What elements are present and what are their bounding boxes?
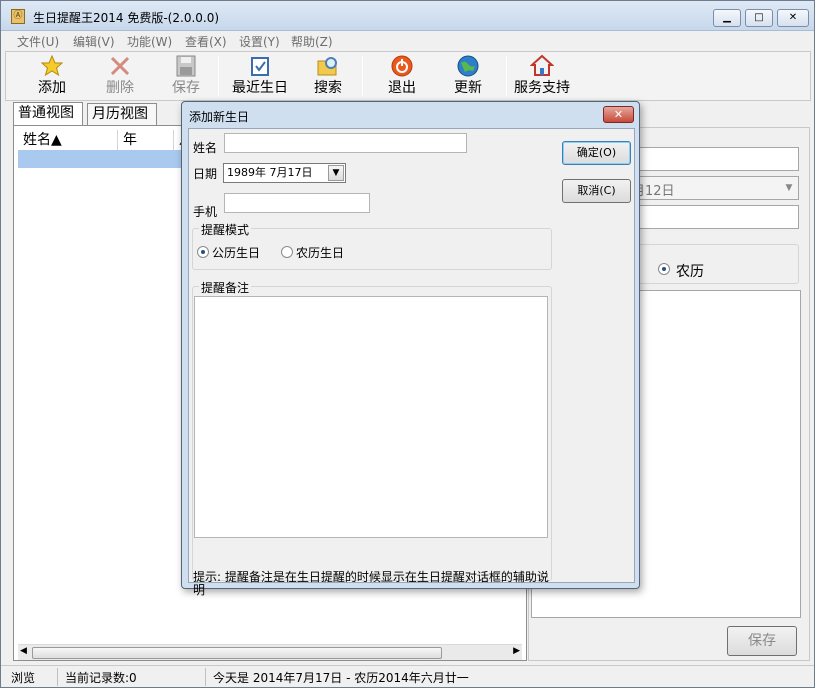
power-icon (391, 55, 413, 77)
date-label: 日期 (193, 167, 218, 181)
toolbar-separator (506, 56, 507, 96)
add-button[interactable]: 添加 (30, 54, 74, 98)
phone-label: 手机 (193, 205, 218, 219)
scroll-thumb[interactable] (32, 647, 442, 659)
add-birthday-dialog: 添加新生日 ✕ 姓名 日期 1989年 7月17日 ▼ 手机 提醒模式 公历生日… (181, 101, 640, 597)
dialog-body: 姓名 日期 1989年 7月17日 ▼ 手机 提醒模式 公历生日 农历生日 提醒… (188, 128, 635, 597)
menu-view[interactable]: 查看(X) (185, 33, 227, 50)
tab-normal-view[interactable]: 普通视图 (13, 102, 83, 126)
status-bar: 浏览 当前记录数:0 今天是 2014年7月17日 - 农历2014年六月廿一 (1, 665, 814, 687)
exit-button[interactable]: 退出 (380, 54, 424, 98)
reminder-mode-title: 提醒模式 (199, 221, 252, 238)
close-icon: ✕ (613, 108, 624, 121)
radio-solar-label: 公历生日 (212, 246, 261, 260)
chevron-down-icon[interactable]: ▼ (328, 165, 344, 181)
globe-icon (457, 55, 479, 77)
menu-file[interactable]: 文件(U) (17, 33, 59, 50)
window-title: 生日提醒王2014 免费版-(2.0.0.0) (33, 11, 220, 25)
dialog-close-button[interactable]: ✕ (603, 106, 634, 123)
toolbar-separator (362, 56, 363, 96)
menu-function[interactable]: 功能(W) (127, 33, 172, 50)
name-input[interactable] (224, 133, 467, 153)
toolbar-separator (218, 56, 219, 96)
dialog-title: 添加新生日 (189, 110, 250, 124)
update-button[interactable]: 更新 (446, 54, 490, 98)
menu-edit[interactable]: 编辑(V) (73, 33, 115, 50)
support-button[interactable]: 服务支持 (510, 54, 574, 98)
radio-lunar-detail[interactable] (658, 263, 670, 275)
detail-phone-field[interactable] (629, 205, 799, 229)
radio-lunar-label: 农历生日 (296, 246, 345, 260)
status-divider (205, 668, 206, 686)
radio-lunar[interactable] (281, 246, 293, 258)
delete-x-icon (110, 56, 130, 76)
date-picker[interactable]: 1989年 7月17日 ▼ (223, 163, 346, 183)
detail-date-field[interactable]: 月12日 ▼ (629, 176, 799, 200)
minimize-button[interactable]: ▁ (713, 9, 741, 27)
close-window-button[interactable]: ✕ (777, 9, 809, 27)
reminder-note-textarea[interactable] (194, 296, 548, 538)
status-divider (57, 668, 58, 686)
status-mode: 浏览 (11, 671, 36, 685)
horizontal-scrollbar[interactable]: ◀ ▶ (18, 644, 522, 660)
column-year[interactable]: 年 (118, 130, 174, 150)
search-label: 搜索 (314, 80, 342, 96)
radio-solar[interactable] (197, 246, 209, 258)
exit-label: 退出 (388, 80, 416, 96)
date-value: 1989年 7月17日 (227, 166, 313, 179)
save-toolbar-button[interactable]: 保存 (164, 54, 208, 98)
detail-field[interactable] (629, 147, 799, 171)
table-row[interactable] (18, 150, 198, 168)
save-detail-button[interactable]: 保存 (727, 626, 797, 656)
search-button[interactable]: 搜索 (306, 54, 350, 98)
update-label: 更新 (454, 80, 482, 96)
toolbar: 添加 删除 保存 最近生日 搜索 退出 更新 服务支持 (5, 51, 811, 101)
detail-mode-group: 农历 (629, 244, 799, 284)
phone-input[interactable] (224, 193, 370, 213)
scroll-right-icon[interactable]: ▶ (513, 646, 520, 656)
menu-bar: 文件(U) 编辑(V) 功能(W) 查看(X) 设置(Y) 帮助(Z) (1, 31, 814, 49)
save-toolbar-label: 保存 (172, 80, 200, 96)
chevron-down-icon[interactable]: ▼ (781, 178, 797, 198)
radio-lunar-detail-label: 农历 (676, 264, 704, 280)
delete-label: 删除 (106, 80, 134, 96)
menu-help[interactable]: 帮助(Z) (291, 33, 333, 50)
delete-button[interactable]: 删除 (98, 54, 142, 98)
add-label: 添加 (38, 80, 66, 96)
status-record-count: 当前记录数:0 (65, 671, 137, 685)
scroll-left-icon[interactable]: ◀ (20, 646, 27, 656)
maximize-button[interactable]: □ (745, 9, 773, 27)
star-icon (40, 54, 64, 77)
recent-birthdays-button[interactable]: 最近生日 (228, 54, 292, 98)
hint-text: 提示: 提醒备注是在生日提醒的时候显示在生日提醒对话框的辅助说明 (193, 570, 549, 597)
search-folder-icon (317, 57, 337, 76)
name-label: 姓名 (193, 141, 218, 155)
title-bar: Ⓐ 生日提醒王2014 免费版-(2.0.0.0) ▁ □ ✕ (1, 1, 814, 31)
column-name[interactable]: 姓名▲ (18, 130, 118, 150)
menu-settings[interactable]: 设置(Y) (239, 33, 280, 50)
cancel-button[interactable]: 取消(C) (562, 179, 631, 203)
reminder-mode-group: 提醒模式 公历生日 农历生日 (192, 221, 552, 270)
app-icon: Ⓐ (11, 9, 25, 24)
calendar-icon (251, 57, 269, 76)
tab-calendar-view[interactable]: 月历视图 (87, 103, 157, 125)
status-today: 今天是 2014年7月17日 - 农历2014年六月廿一 (213, 671, 469, 685)
reminder-note-title: 提醒备注 (199, 279, 252, 296)
home-icon (530, 54, 554, 76)
floppy-icon (176, 55, 196, 77)
recent-birthdays-label: 最近生日 (232, 80, 288, 96)
support-label: 服务支持 (514, 80, 570, 96)
ok-button[interactable]: 确定(O) (562, 141, 631, 165)
